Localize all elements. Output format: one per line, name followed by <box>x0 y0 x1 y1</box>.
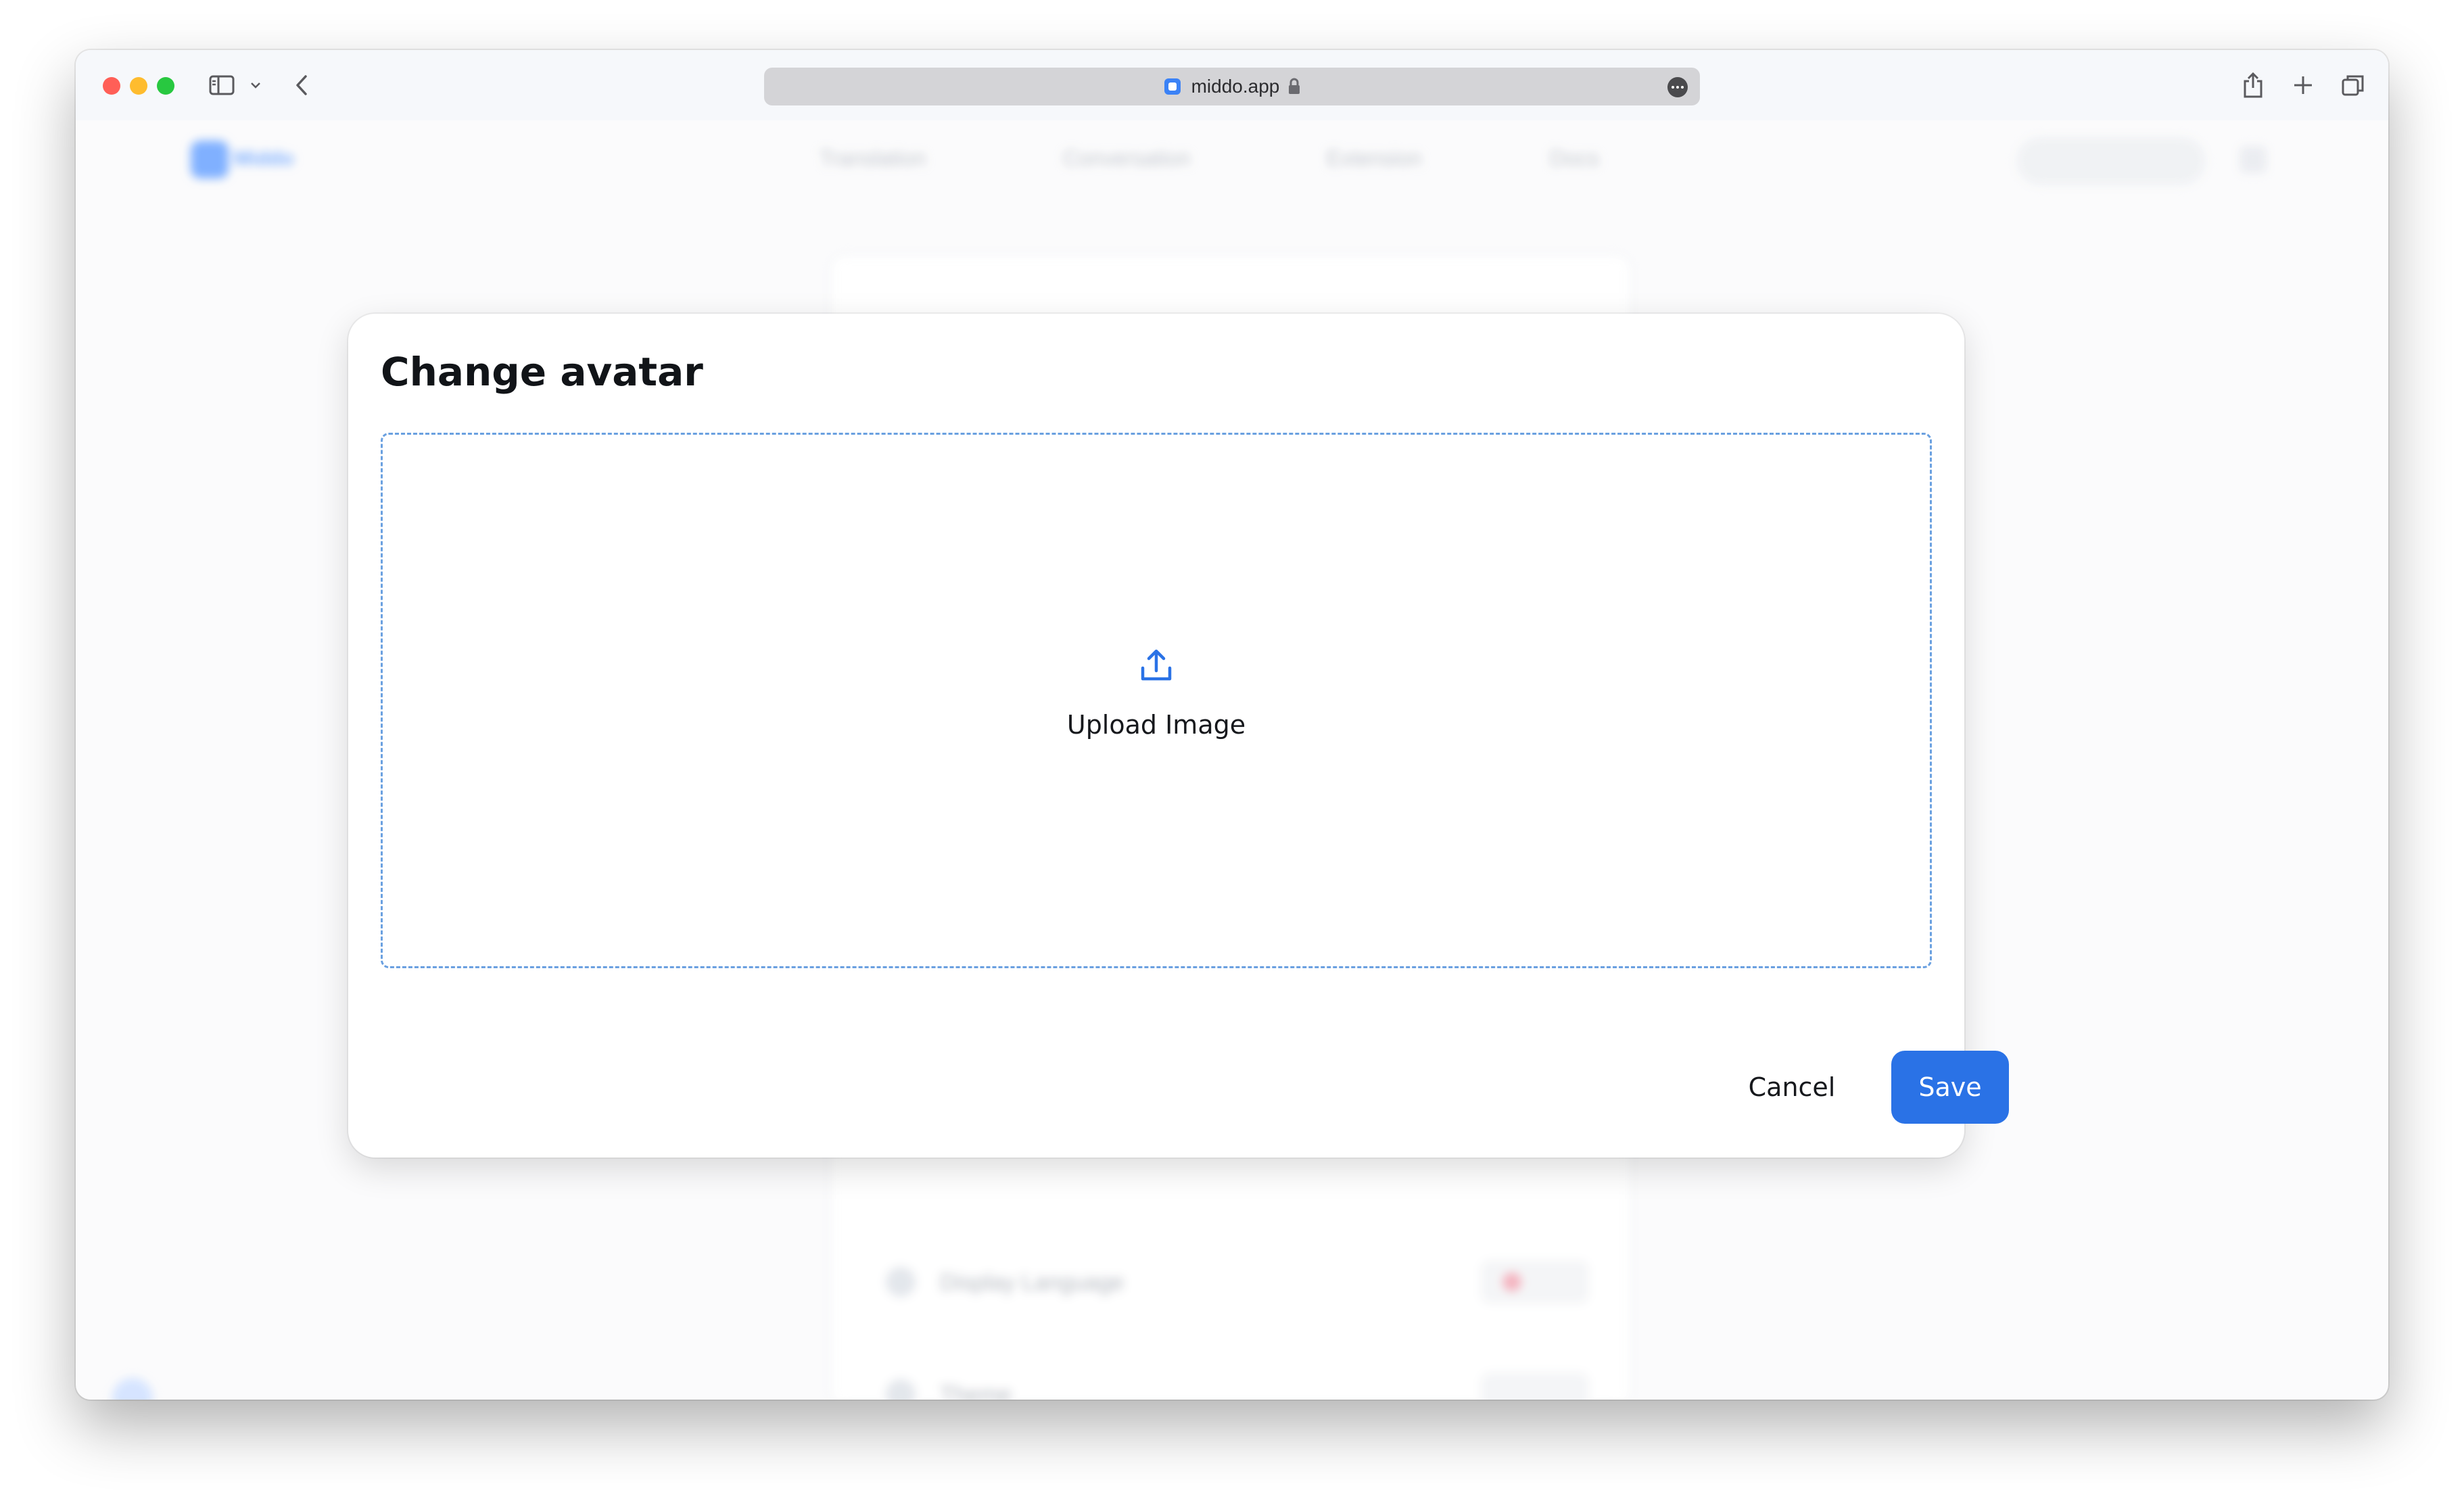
site-favicon-icon <box>1163 77 1182 96</box>
share-icon[interactable] <box>2240 69 2267 101</box>
change-avatar-dialog: Change avatar Upload Image Cancel Save <box>348 314 2009 1158</box>
address-bar[interactable]: middo.app <box>764 68 1700 105</box>
chevron-down-icon[interactable] <box>247 69 264 101</box>
upload-dropzone[interactable]: Upload Image <box>381 433 1932 968</box>
back-arrow-icon[interactable] <box>291 69 312 101</box>
url-text: middo.app <box>1191 76 1280 97</box>
new-tab-plus-icon[interactable] <box>2290 69 2317 101</box>
zoom-window-button[interactable] <box>157 77 174 95</box>
minimize-window-button[interactable] <box>130 77 147 95</box>
browser-toolbar: middo.app <box>76 50 2388 120</box>
save-button[interactable]: Save <box>1891 1051 2009 1124</box>
more-options-icon[interactable] <box>1667 77 1688 97</box>
sidebar-toggle-icon[interactable] <box>206 69 238 101</box>
upload-icon <box>1139 648 1174 683</box>
cancel-button[interactable]: Cancel <box>1728 1051 1856 1124</box>
upload-image-label: Upload Image <box>1066 710 1246 740</box>
dialog-title: Change avatar <box>381 349 703 395</box>
tab-overview-icon[interactable] <box>2340 69 2367 101</box>
close-window-button[interactable] <box>103 77 120 95</box>
lock-icon <box>1287 78 1301 95</box>
